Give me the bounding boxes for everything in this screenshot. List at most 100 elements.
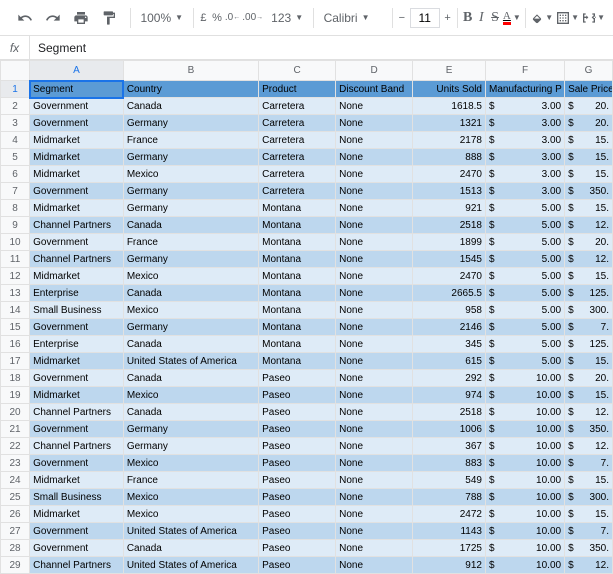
cell[interactable]: Midmarket xyxy=(30,353,124,370)
cell[interactable]: $7. xyxy=(565,455,613,472)
cell[interactable]: France xyxy=(123,132,258,149)
select-all-corner[interactable] xyxy=(1,61,30,81)
header-cell[interactable]: Manufacturing P xyxy=(485,81,564,98)
cell[interactable]: Midmarket xyxy=(30,149,124,166)
cell[interactable]: France xyxy=(123,234,258,251)
cell[interactable]: Government xyxy=(30,234,124,251)
cell[interactable]: 883 xyxy=(413,455,486,472)
cell[interactable]: $3.00 xyxy=(485,98,564,115)
text-color-button[interactable]: A▼ xyxy=(503,5,521,31)
currency-button[interactable]: £ xyxy=(198,5,210,31)
cell[interactable]: 2146 xyxy=(413,319,486,336)
cell[interactable]: Canada xyxy=(123,540,258,557)
cell[interactable]: $15. xyxy=(565,166,613,183)
cell[interactable]: $12. xyxy=(565,217,613,234)
cell[interactable]: 958 xyxy=(413,302,486,319)
cell[interactable]: Government xyxy=(30,540,124,557)
cell[interactable]: $300. xyxy=(565,302,613,319)
cell[interactable]: $15. xyxy=(565,149,613,166)
cell[interactable]: Channel Partners xyxy=(30,438,124,455)
percent-button[interactable]: % xyxy=(211,5,223,31)
row-header[interactable]: 2 xyxy=(1,98,30,115)
cell[interactable]: $10.00 xyxy=(485,438,564,455)
row-header[interactable]: 16 xyxy=(1,336,30,353)
cell[interactable]: None xyxy=(336,285,413,302)
cell[interactable]: None xyxy=(336,302,413,319)
cell[interactable]: 788 xyxy=(413,489,486,506)
row-header[interactable]: 6 xyxy=(1,166,30,183)
row-header[interactable]: 24 xyxy=(1,472,30,489)
cell[interactable]: Germany xyxy=(123,183,258,200)
cell[interactable]: Germany xyxy=(123,438,258,455)
cell[interactable]: Government xyxy=(30,421,124,438)
header-cell[interactable]: Product xyxy=(259,81,336,98)
cell[interactable]: Mexico xyxy=(123,455,258,472)
cell[interactable]: $5.00 xyxy=(485,302,564,319)
cell[interactable]: None xyxy=(336,455,413,472)
cell[interactable]: None xyxy=(336,540,413,557)
cell[interactable]: $15. xyxy=(565,268,613,285)
cell[interactable]: None xyxy=(336,438,413,455)
format-menu[interactable]: 123▼ xyxy=(265,6,309,30)
spreadsheet-grid[interactable]: ABCDEFG 1SegmentCountryProductDiscount B… xyxy=(0,60,613,574)
cell[interactable]: Midmarket xyxy=(30,387,124,404)
row-header[interactable]: 13 xyxy=(1,285,30,302)
cell[interactable]: Midmarket xyxy=(30,268,124,285)
cell[interactable]: $10.00 xyxy=(485,421,564,438)
cell[interactable]: 1545 xyxy=(413,251,486,268)
cell[interactable]: 1725 xyxy=(413,540,486,557)
cell[interactable]: $5.00 xyxy=(485,217,564,234)
cell[interactable]: $5.00 xyxy=(485,319,564,336)
zoom-dropdown[interactable]: 100%▼ xyxy=(134,6,189,30)
row-header[interactable]: 3 xyxy=(1,115,30,132)
increase-decimal-button[interactable]: .00→ xyxy=(242,5,263,31)
cell[interactable]: $10.00 xyxy=(485,387,564,404)
cell[interactable]: None xyxy=(336,319,413,336)
cell[interactable]: United States of America xyxy=(123,557,258,574)
cell[interactable]: $15. xyxy=(565,132,613,149)
cell[interactable]: $125. xyxy=(565,285,613,302)
cell[interactable]: Canada xyxy=(123,404,258,421)
cell[interactable]: Paseo xyxy=(259,387,336,404)
cell[interactable]: $10.00 xyxy=(485,472,564,489)
cell[interactable]: France xyxy=(123,472,258,489)
cell[interactable]: $15. xyxy=(565,506,613,523)
cell[interactable]: Paseo xyxy=(259,421,336,438)
row-header[interactable]: 26 xyxy=(1,506,30,523)
print-button[interactable] xyxy=(68,5,94,31)
row-header[interactable]: 10 xyxy=(1,234,30,251)
cell[interactable]: None xyxy=(336,472,413,489)
header-cell[interactable]: Segment xyxy=(30,81,124,98)
cell[interactable]: Montana xyxy=(259,251,336,268)
cell[interactable]: Paseo xyxy=(259,370,336,387)
cell[interactable]: Government xyxy=(30,370,124,387)
cell[interactable]: $15. xyxy=(565,200,613,217)
row-header[interactable]: 1 xyxy=(1,81,30,98)
cell[interactable]: Carretera xyxy=(259,132,336,149)
cell[interactable]: $5.00 xyxy=(485,285,564,302)
cell[interactable]: Midmarket xyxy=(30,166,124,183)
cell[interactable]: Montana xyxy=(259,268,336,285)
header-cell[interactable]: Country xyxy=(123,81,258,98)
cell[interactable]: Canada xyxy=(123,217,258,234)
cell[interactable]: Paseo xyxy=(259,489,336,506)
cell[interactable]: Channel Partners xyxy=(30,557,124,574)
cell[interactable]: Montana xyxy=(259,336,336,353)
cell[interactable]: None xyxy=(336,268,413,285)
column-header-B[interactable]: B xyxy=(123,61,258,81)
cell[interactable]: $5.00 xyxy=(485,336,564,353)
cell[interactable]: Paseo xyxy=(259,404,336,421)
cell[interactable]: $3.00 xyxy=(485,166,564,183)
header-cell[interactable]: Discount Band xyxy=(336,81,413,98)
cell[interactable]: $3.00 xyxy=(485,132,564,149)
row-header[interactable]: 4 xyxy=(1,132,30,149)
paint-format-button[interactable] xyxy=(96,5,122,31)
cell[interactable]: 2178 xyxy=(413,132,486,149)
redo-button[interactable] xyxy=(40,5,66,31)
cell[interactable]: 2470 xyxy=(413,166,486,183)
cell[interactable]: 888 xyxy=(413,149,486,166)
cell[interactable]: Government xyxy=(30,319,124,336)
cell[interactable]: None xyxy=(336,183,413,200)
cell[interactable]: Canada xyxy=(123,98,258,115)
row-header[interactable]: 15 xyxy=(1,319,30,336)
